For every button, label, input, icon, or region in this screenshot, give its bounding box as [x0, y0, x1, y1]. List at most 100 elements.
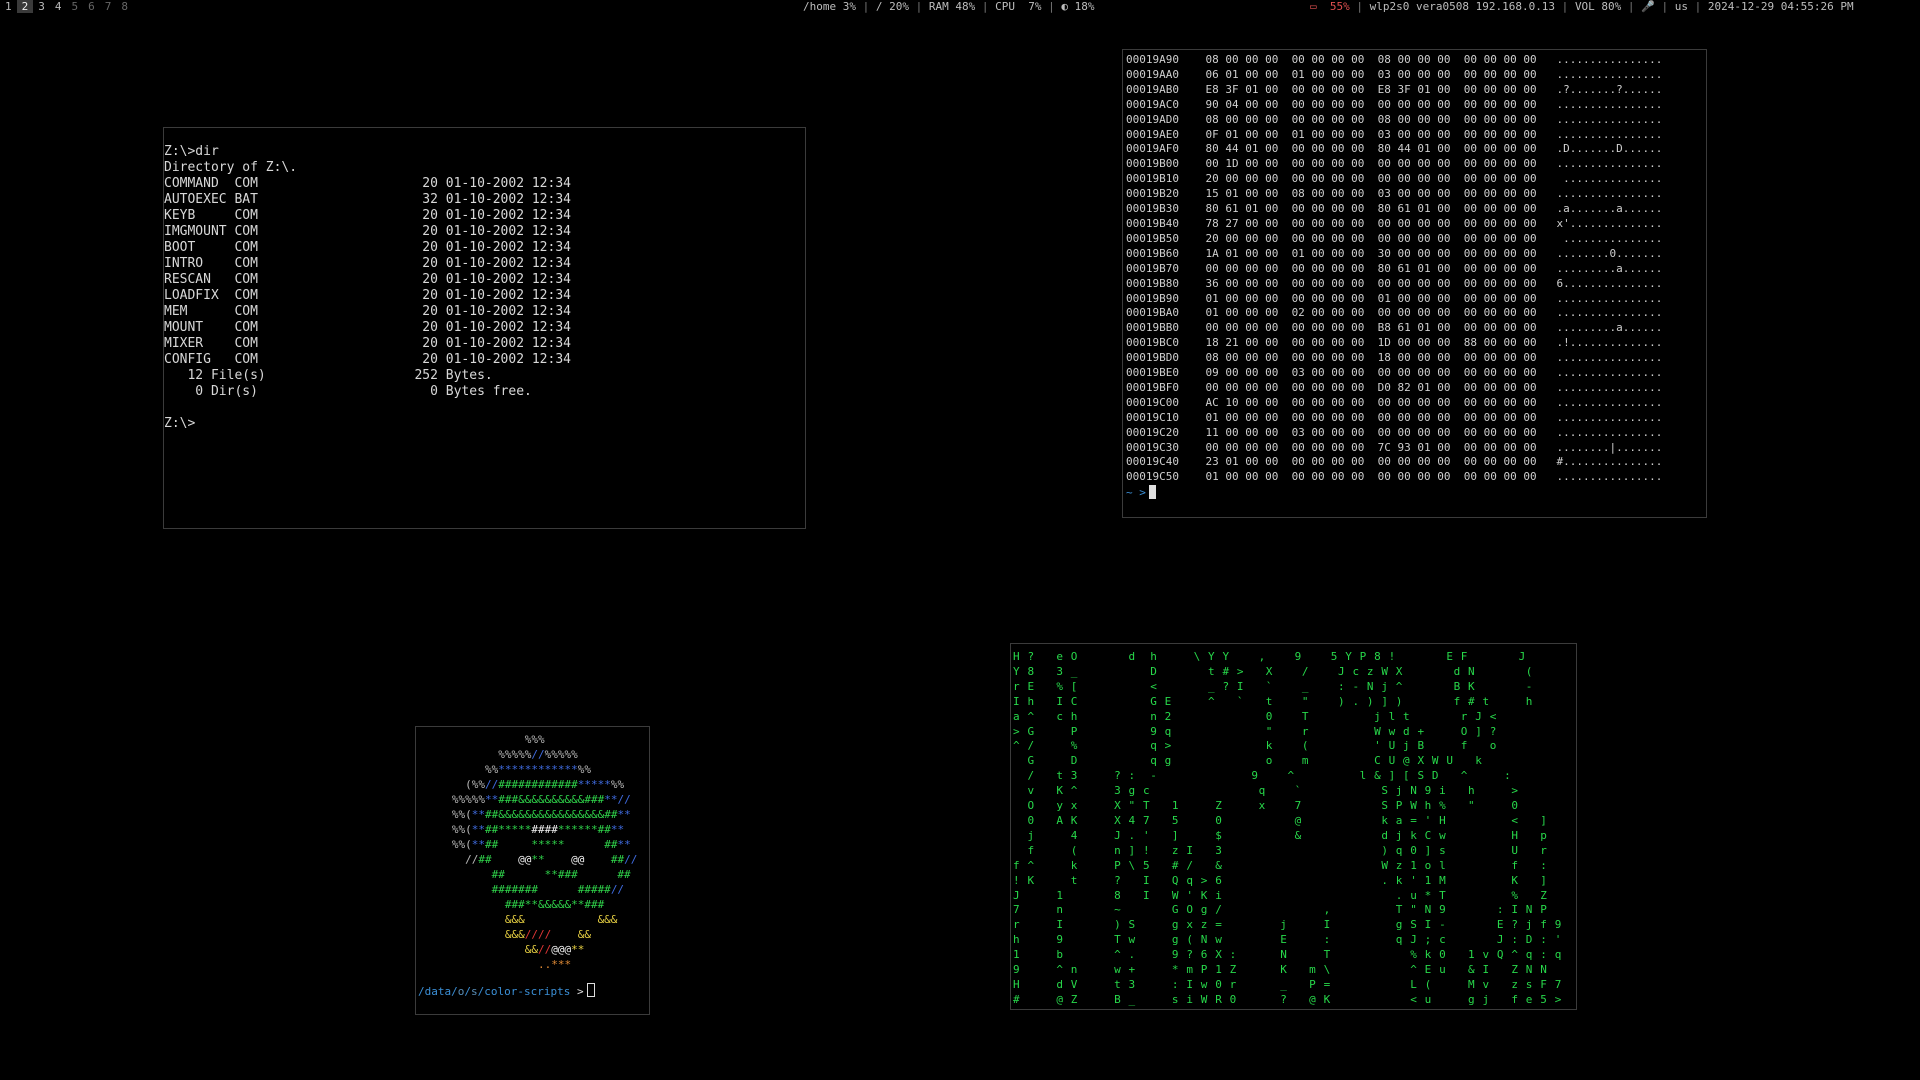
- hexdump-row: 00019AA0 06 01 00 00 01 00 00 00 03 00 0…: [1126, 67, 1663, 81]
- matrix-line: G D q g o m C U @ X W U k % E: [1027, 754, 1483, 768]
- matrix-line: a ^ c h n 2 0 T j l t r J < Z q v U: [1013, 709, 1497, 723]
- hexdump-row: 00019BA0 01 00 00 00 02 00 00 00 00 00 0…: [1126, 306, 1663, 320]
- ram-usage: RAM 48%: [928, 0, 976, 13]
- hexdump-row: 00019C40 23 01 00 00 00 00 00 00 00 00 0…: [1126, 455, 1663, 469]
- workspace-2[interactable]: 2: [16, 0, 34, 13]
- hexdump-row: 00019C30 00 00 00 00 00 00 00 00 7C 93 0…: [1126, 440, 1663, 454]
- shell-prompt[interactable]: /data/o/s/color-scripts >: [418, 983, 595, 999]
- clock: 2024-12-29 04:55:26 PM: [1707, 0, 1854, 13]
- text-cursor: [1148, 485, 1156, 500]
- dos-line: MIXER COM 20 01-10-2002 12:34: [164, 336, 571, 351]
- hexdump-row: 00019AD0 08 00 00 00 00 00 00 00 08 00 0…: [1126, 112, 1663, 126]
- workspace-5[interactable]: 5: [67, 0, 84, 13]
- dos-line: MEM COM 20 01-10-2002 12:34: [164, 304, 571, 319]
- hexdump-row: 00019BE0 09 00 00 00 03 00 00 00 00 00 0…: [1126, 366, 1663, 380]
- hexdump-row: 00019B00 00 1D 00 00 00 00 00 00 00 00 0…: [1126, 157, 1663, 171]
- hexdump-row: 00019BB0 00 00 00 00 00 00 00 00 B8 61 0…: [1126, 321, 1663, 335]
- text-cursor: [586, 983, 595, 997]
- cpu-usage: CPU 7%: [995, 0, 1042, 13]
- hexdump-row: 00019AC0 90 04 00 00 00 00 00 00 00 00 0…: [1126, 97, 1663, 111]
- prompt-path-part: color-scripts: [484, 985, 571, 998]
- hexdump-row: 00019C50 01 00 00 00 00 00 00 00 00 00 0…: [1126, 470, 1663, 484]
- hexdump-row: 00019AF0 80 44 01 00 00 00 00 00 80 44 0…: [1126, 142, 1663, 156]
- network-indicator: wlp2s0 vera0508 192.168.0.13: [1369, 0, 1556, 13]
- dos-line: Z:\>: [164, 416, 196, 431]
- hexdump-row: 00019C20 11 00 00 00 03 00 00 00 00 00 0…: [1126, 425, 1663, 439]
- workspace-6[interactable]: 6: [83, 0, 100, 13]
- matrix-line: H d V t 3 : I w 0 r _ P = L ( M v z s F …: [1013, 977, 1562, 991]
- matrix-line: j 4 J . ' ] $ & d j k C w H p + =: [1027, 828, 1548, 842]
- matrix-line: H ? e O d h \ Y Y , 9 5 Y P 8 ! E F J < …: [1013, 650, 1526, 663]
- matrix-line: > G P 9 q " r W w d + O ] ? n \ P: [1013, 724, 1497, 738]
- dos-line: Directory of Z:\.: [164, 160, 298, 175]
- matrix-line: f ( n ] ! z I 3 ) q 0 ] s U r 6 9: [1027, 843, 1548, 857]
- dos-line: CONFIG COM 20 01-10-2002 12:34: [164, 352, 571, 367]
- volume-indicator[interactable]: VOL 80%: [1575, 0, 1621, 13]
- hexdump-terminal-window[interactable]: 00019A90 08 00 00 00 00 00 00 00 08 00 0…: [1122, 49, 1707, 518]
- prompt-path-part: /: [464, 985, 471, 998]
- matrix-line: 9 ^ n w + * m P 1 Z K m \ ^ E u & I Z N …: [1013, 963, 1548, 977]
- matrix-line: I h I C G E ^ ` t " ) . ) ] ) f # t h L …: [1013, 694, 1534, 708]
- workspace-list: 12345678: [0, 0, 133, 13]
- hexdump-output: 00019A90 08 00 00 00 00 00 00 00 08 00 0…: [1123, 50, 1706, 485]
- hexdump-row: 00019BC0 18 21 00 00 00 00 00 00 1D 00 0…: [1126, 336, 1663, 350]
- shell-prompt[interactable]: ~ >: [1123, 485, 1706, 500]
- dosbox-window[interactable]: Z:\>dir Directory of Z:\. COMMAND COM 20 0…: [163, 127, 806, 529]
- hexdump-row: 00019B50 20 00 00 00 00 00 00 00 00 00 0…: [1126, 231, 1663, 245]
- workspace-7[interactable]: 7: [100, 0, 117, 13]
- matrix-line: f ^ k P \ 5 # / & W z 1 o l f : i k @: [1013, 858, 1548, 872]
- workspace-1[interactable]: 1: [0, 0, 17, 13]
- matrix-line: J 1 8 I W ' K i . u * T % Z S Z *: [1013, 888, 1548, 902]
- home-usage: /home 3%: [803, 0, 856, 13]
- dos-line: COMMAND COM 20 01-10-2002 12:34: [164, 176, 571, 191]
- system-stats: /home 3% | / 20% | RAM 48% | CPU 7% | ◐ …: [803, 0, 1095, 13]
- root-usage: / 20%: [875, 0, 909, 13]
- hexdump-row: 00019A90 08 00 00 00 00 00 00 00 08 00 0…: [1126, 53, 1663, 66]
- matrix-line: O y x X " T 1 Z x 7 S P W h % " 0 b: [1027, 799, 1519, 813]
- mic-muted-icon[interactable]: 🎤: [1641, 0, 1655, 13]
- keyboard-layout[interactable]: us: [1675, 0, 1688, 13]
- hexdump-row: 00019B80 36 00 00 00 00 00 00 00 00 00 0…: [1126, 276, 1663, 290]
- dos-line: RESCAN COM 20 01-10-2002 12:34: [164, 272, 571, 287]
- hexdump-row: 00019B60 1A 01 00 00 01 00 00 00 30 00 0…: [1126, 246, 1663, 260]
- matrix-line: / t 3 ? : - 9 ^ l & ] [ S D ^ : o l: [1027, 769, 1512, 783]
- matrix-rain: H ? e O d h \ Y Y , 9 5 Y P 8 ! E F J < …: [1011, 644, 1576, 1008]
- cmatrix-terminal-window[interactable]: H ? e O d h \ Y Y , 9 5 Y P 8 ! E F J < …: [1010, 643, 1577, 1010]
- color-script-terminal-window[interactable]: %%% %%%%%//%%%%% %%************%% (%%//#…: [415, 726, 650, 1015]
- prompt-path: /data/o/s/color-scripts: [418, 985, 570, 998]
- workspace-8[interactable]: 8: [116, 0, 133, 13]
- battery-indicator: ▭ 55%: [1310, 0, 1350, 13]
- matrix-line: 0 A K X 4 7 5 0 @ k a = ' H < ] z x: [1027, 813, 1548, 827]
- prompt-path-part: s: [471, 985, 478, 998]
- hexdump-row: 00019C00 AC 10 00 00 00 00 00 00 00 00 0…: [1126, 395, 1663, 409]
- dos-line: [164, 400, 805, 416]
- hexdump-row: 00019B20 15 01 00 00 08 00 00 00 03 00 0…: [1126, 187, 1663, 201]
- matrix-line: h 9 T w g ( N w E : q J ; c J : D : ' = …: [1013, 933, 1562, 947]
- workspace-3[interactable]: 3: [33, 0, 50, 13]
- matrix-line: 1 b ^ . 9 ? 6 X : N T % k 0 1 v Q ^ q : …: [1013, 948, 1562, 962]
- matrix-line: r E % [ < _ ? I ` _ : - N j ^ B K - ^ t …: [1013, 679, 1534, 693]
- dos-line: KEYB COM 20 01-10-2002 12:34: [164, 208, 571, 223]
- dos-line: AUTOEXEC BAT 32 01-10-2002 12:34: [164, 192, 571, 207]
- hexdump-row: 00019B10 20 00 00 00 00 00 00 00 00 00 0…: [1126, 172, 1663, 186]
- dos-line: 0 Dir(s) 0 Bytes free.: [164, 384, 532, 399]
- system-tray: ▭ 55% | wlp2s0 vera0508 192.168.0.13 | V…: [1310, 0, 1854, 13]
- workspace-4[interactable]: 4: [50, 0, 67, 13]
- dos-line: Z:\>dir: [164, 144, 219, 159]
- prompt-text: ~ >: [1126, 486, 1146, 500]
- hexdump-row: 00019B70 00 00 00 00 00 00 00 00 80 61 0…: [1126, 261, 1663, 275]
- hexdump-row: 00019B40 78 27 00 00 00 00 00 00 00 00 0…: [1126, 216, 1663, 230]
- matrix-line: Y 8 3 _ D t # > X / J c z W X d N ( m ' …: [1013, 664, 1534, 678]
- status-bar: 12345678 /home 3% | / 20% | RAM 48% | CP…: [0, 0, 1920, 14]
- dos-output: Z:\>dir Directory of Z:\. COMMAND COM 20 0…: [164, 128, 805, 432]
- hexdump-row: 00019AB0 E8 3F 01 00 00 00 00 00 E8 3F 0…: [1126, 82, 1663, 96]
- dos-line: IMGMOUNT COM 20 01-10-2002 12:34: [164, 224, 571, 239]
- dos-line: BOOT COM 20 01-10-2002 12:34: [164, 240, 571, 255]
- dos-line: MOUNT COM 20 01-10-2002 12:34: [164, 320, 571, 335]
- hexdump-row: 00019BF0 00 00 00 00 00 00 00 00 D0 82 0…: [1126, 380, 1663, 394]
- matrix-line: ^ / % q > k ( ' U j B f o ' y q: [1013, 739, 1497, 753]
- prompt-arrow: >: [570, 985, 584, 998]
- matrix-line: # @ Z B _ s i W R 0 ? @ K < u g j f e 5 …: [1013, 992, 1562, 1006]
- ascii-art-logo: %%% %%%%%//%%%%% %%************%% (%%//#…: [432, 733, 638, 971]
- hexdump-row: 00019B30 80 61 01 00 00 00 00 00 80 61 0…: [1126, 202, 1663, 216]
